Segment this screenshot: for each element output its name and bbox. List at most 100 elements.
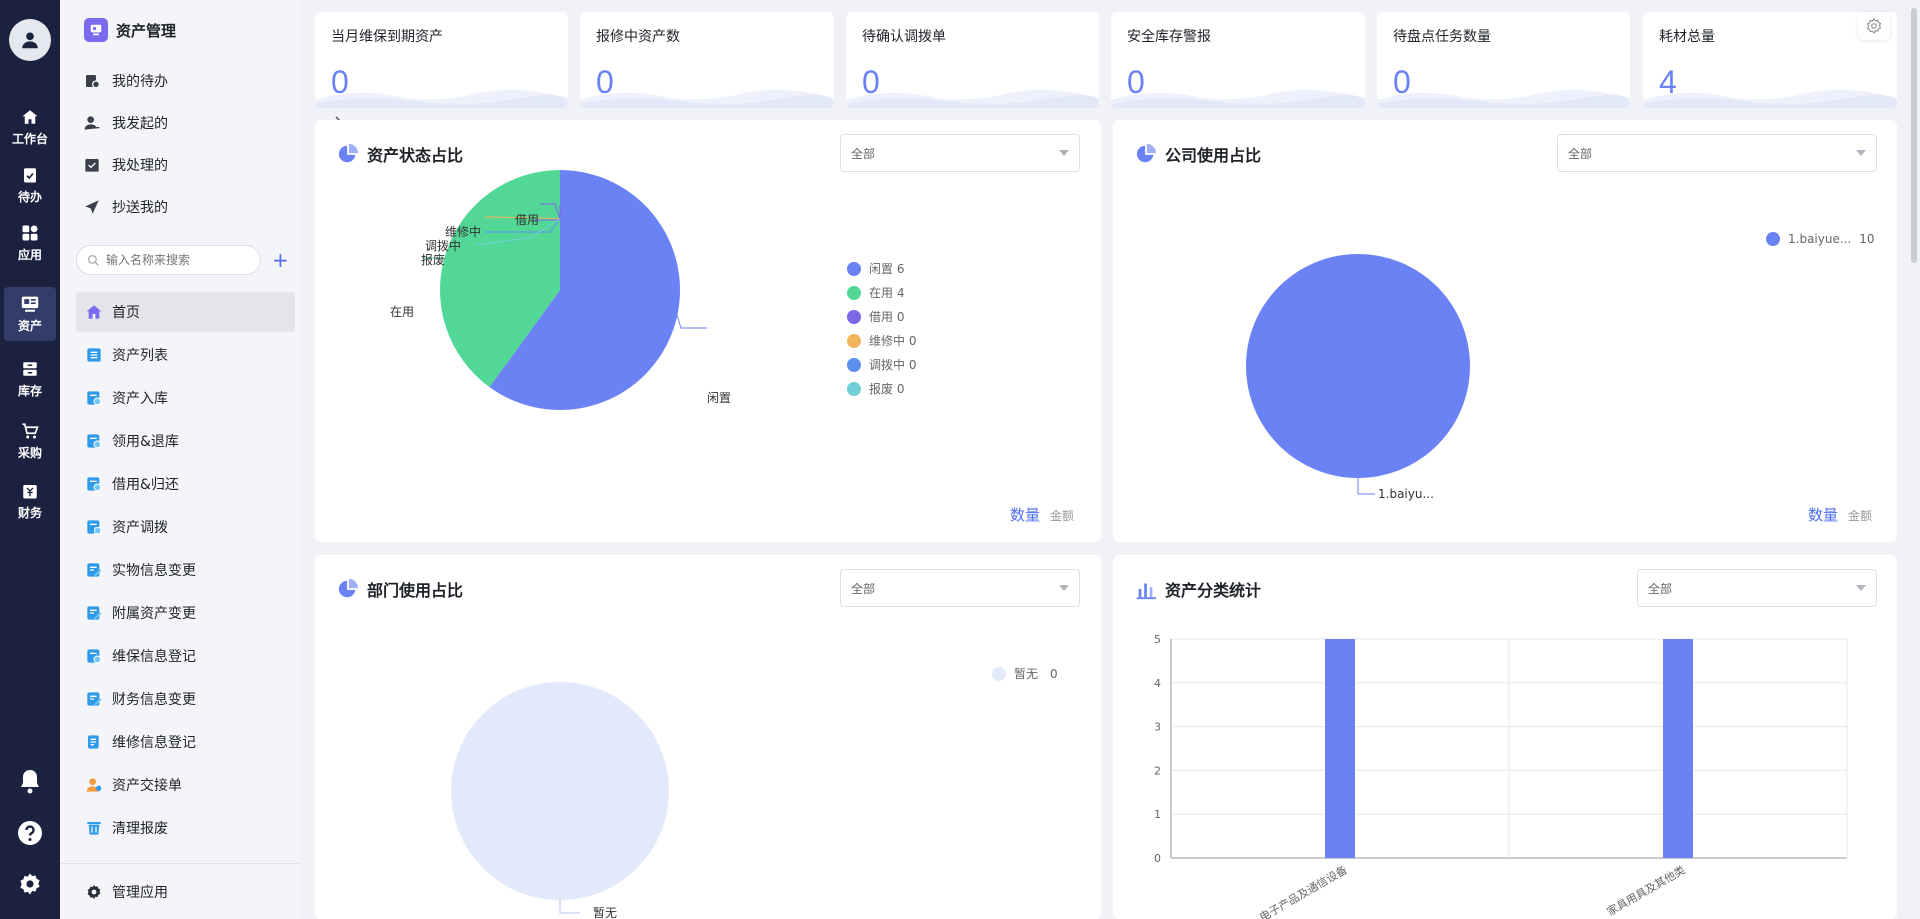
pie-slice-empty[interactable] — [451, 682, 669, 900]
menu-item-asset-handover[interactable]: 资产交接单 — [76, 765, 295, 805]
page-scrollbar[interactable] — [1908, 0, 1920, 919]
pie-label-idle: 闲置 — [707, 391, 731, 405]
pie-label-scrapped: 报废 — [421, 252, 445, 267]
home-icon — [20, 107, 40, 127]
legend-item-in-use[interactable]: 在用 4 — [847, 284, 904, 301]
scrollbar-thumb[interactable] — [1911, 8, 1917, 263]
menu-item-home[interactable]: 首页 — [76, 292, 295, 332]
document-icon — [86, 433, 102, 449]
legend-item-empty[interactable]: 暂无 0 — [992, 665, 1058, 682]
legend-item-scrapped[interactable]: 报废 0 — [847, 380, 904, 397]
stat-card-maintenance-expiring[interactable]: 当月维保到期资产 0 — [315, 12, 568, 108]
pie-label-empty: 暂无 — [593, 906, 617, 919]
todo-my-tasks[interactable]: 我的待办 — [84, 66, 352, 96]
paper-plane-icon — [84, 198, 102, 216]
legend-dot — [992, 666, 1006, 681]
app-sidebar: 资产管理 我的待办 我发起的 我处理的 抄送我的 + 首页 资产列表 资产入库 — [60, 0, 344, 919]
notification-button[interactable] — [0, 768, 60, 794]
nav-item-workbench[interactable]: 工作台 — [4, 100, 56, 154]
menu-item-asset-transfer[interactable]: 资产调拨 — [76, 507, 295, 547]
stat-card-safety-stock-alert[interactable]: 安全库存警报 0 — [1111, 12, 1365, 108]
nav-item-assets[interactable]: 资产 — [4, 287, 56, 341]
legend-item-idle[interactable]: 闲置 6 — [847, 260, 904, 277]
nav-item-apps[interactable]: 应用 — [4, 216, 56, 270]
settings-button[interactable] — [0, 872, 60, 896]
toggle-amount[interactable]: 金额 — [1050, 507, 1074, 524]
nav-item-todo[interactable]: 待办 — [4, 158, 56, 212]
add-menu-button[interactable]: + — [272, 250, 289, 270]
menu-item-repair-register[interactable]: 维修信息登记 — [76, 722, 295, 762]
edit-document-icon — [86, 562, 102, 578]
legend-item-under-repair[interactable]: 维修中 0 — [847, 332, 916, 349]
menu-item-scrap[interactable]: 清理报废 — [76, 808, 295, 848]
check-box-icon — [84, 156, 102, 174]
list-icon — [86, 347, 102, 363]
stat-label: 耗材总量 — [1659, 29, 1715, 45]
document-icon — [86, 476, 102, 492]
sidebar-footer: 管理应用 — [60, 863, 300, 919]
toggle-amount[interactable]: 金额 — [1848, 507, 1872, 524]
todo-initiated-by-me[interactable]: 我发起的 — [84, 108, 352, 138]
finance-icon — [20, 481, 40, 501]
todo-cc-to-me[interactable]: 抄送我的 — [84, 192, 352, 222]
apps-grid-icon — [20, 223, 40, 243]
pie-label-under-repair: 维修中 — [445, 224, 481, 239]
menu-item-physical-info-change[interactable]: 实物信息变更 — [76, 550, 295, 590]
edit-document-icon — [86, 605, 102, 621]
user-icon — [22, 32, 38, 49]
stat-card-pending-transfer[interactable]: 待确认调拨单 0 — [846, 12, 1099, 108]
nav-item-purchase[interactable]: 采购 — [4, 414, 56, 468]
toggle-quantity[interactable]: 数量 — [1010, 504, 1040, 525]
toggle-quantity[interactable]: 数量 — [1808, 504, 1838, 525]
asset-management-logo-icon — [84, 18, 108, 42]
y-tick-label: 0 — [1154, 852, 1161, 865]
menu-search-box[interactable] — [76, 245, 261, 275]
legend-item-company[interactable]: 1.baiyue... 10 — [1766, 232, 1875, 246]
user-send-icon — [84, 114, 102, 132]
y-tick-label: 1 — [1154, 808, 1161, 821]
panel-company-usage: 公司使用占比 全部 1.baiyu... 1.baiyue... 10 数量 金额 — [1113, 120, 1897, 542]
manage-apps-button[interactable]: 管理应用 — [86, 882, 168, 902]
menu-item-finance-info-change[interactable]: 财务信息变更 — [76, 679, 295, 719]
help-button[interactable] — [0, 820, 60, 846]
bar[interactable] — [1325, 639, 1355, 858]
menu-item-asset-list[interactable]: 资产列表 — [76, 335, 295, 375]
menu-item-borrow-return[interactable]: 借用&归还 — [76, 464, 295, 504]
menu-item-maintenance-register[interactable]: 维保信息登记 — [76, 636, 295, 676]
gear-icon — [1866, 18, 1882, 34]
menu-item-asset-inbound[interactable]: 资产入库 — [76, 378, 295, 418]
y-tick-label: 2 — [1154, 764, 1161, 777]
wave-decoration — [1643, 89, 1897, 108]
app-title: 资产管理 — [84, 18, 176, 42]
bar[interactable] — [1663, 639, 1693, 858]
clipboard-check-icon — [20, 165, 40, 185]
stat-label: 当月维保到期资产 — [331, 29, 443, 45]
search-icon — [87, 254, 99, 266]
todo-handled-by-me[interactable]: 我处理的 — [84, 150, 352, 180]
document-icon — [86, 390, 102, 406]
legend-item-transferring[interactable]: 调拨中 0 — [847, 356, 916, 373]
pie-slice-company[interactable] — [1246, 254, 1470, 478]
dashboard-settings-button[interactable] — [1858, 12, 1890, 40]
y-tick-label: 4 — [1154, 677, 1161, 690]
document-icon — [86, 648, 102, 664]
stat-label: 报修中资产数 — [596, 29, 680, 45]
wave-decoration — [315, 89, 568, 108]
stat-label: 待确认调拨单 — [862, 29, 946, 45]
search-input[interactable] — [106, 253, 246, 267]
nav-item-inventory[interactable]: 库存 — [4, 352, 56, 406]
stat-card-under-repair[interactable]: 报修中资产数 0 — [580, 12, 834, 108]
stat-card-pending-inventory[interactable]: 待盘点任务数量 0 — [1377, 12, 1630, 108]
pie-label-borrowed: 借用 — [515, 213, 539, 227]
nav-item-finance[interactable]: 财务 — [4, 474, 56, 528]
gear-icon — [20, 873, 40, 895]
legend-item-borrowed[interactable]: 借用 0 — [847, 308, 904, 325]
pie-label-transferring: 调拨中 — [425, 238, 461, 253]
document-icon — [86, 519, 102, 535]
category-bar-chart: 0 1 2 3 4 5 电子产品及通信设备 家具用具及其他类 — [1154, 633, 1848, 919]
menu-item-receive-return[interactable]: 领用&退库 — [76, 421, 295, 461]
menu-item-attached-asset-change[interactable]: 附属资产变更 — [76, 593, 295, 633]
clipboard-icon — [84, 72, 102, 90]
help-icon — [18, 821, 42, 845]
user-avatar[interactable] — [9, 19, 51, 61]
